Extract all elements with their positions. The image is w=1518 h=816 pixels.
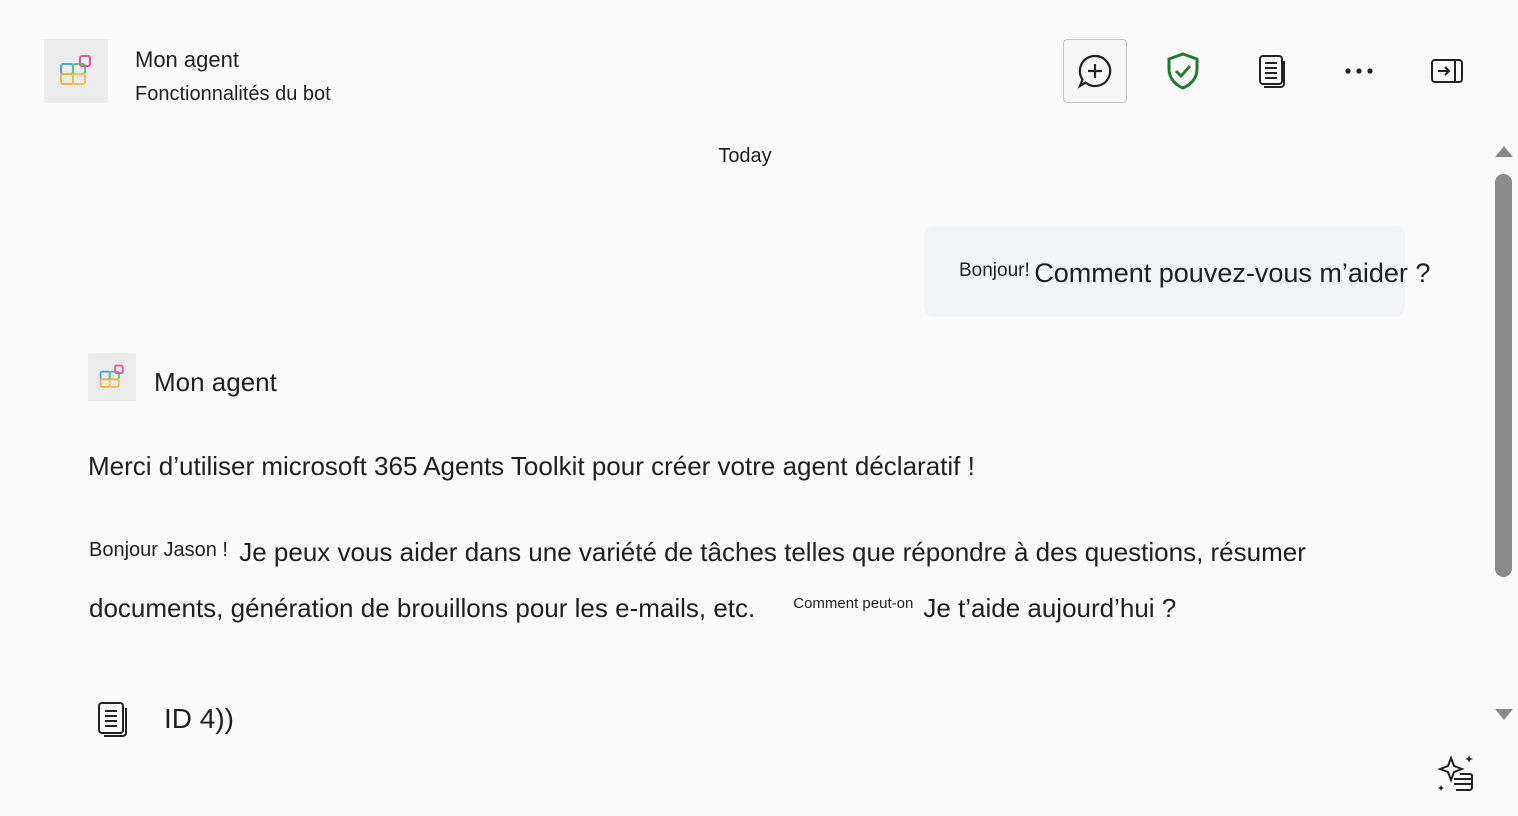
more-horizontal-icon: [1345, 68, 1373, 74]
user-message-prefix: Bonjour!: [959, 260, 1030, 281]
document-icon[interactable]: [96, 700, 130, 738]
document-icon: [1259, 55, 1285, 88]
bot-message-line: documents, génération de brouillons pour…: [89, 593, 1176, 624]
collapse-panel-button[interactable]: [1415, 39, 1479, 103]
greeting-prefix: Bonjour Jason !: [89, 539, 228, 561]
reference-label[interactable]: ID 4)): [164, 703, 234, 735]
panel-collapse-icon: [1431, 59, 1463, 83]
bot-message-line: Merci d’utiliser microsoft 365 Agents To…: [88, 451, 975, 481]
sparkle-prompt-icon[interactable]: [1434, 752, 1476, 794]
agent-subtitle: Fonctionnalités du bot: [135, 83, 331, 105]
scrollbar-thumb[interactable]: [1495, 174, 1512, 577]
shield-check-icon: [1167, 52, 1199, 90]
date-separator: Today: [718, 145, 772, 167]
bot-name: Mon agent: [154, 367, 277, 397]
new-chat-button[interactable]: [1063, 39, 1127, 103]
scroll-down-arrow-icon[interactable]: [1493, 707, 1515, 723]
new-chat-icon: [1077, 54, 1112, 89]
user-message: Bonjour! Comment pouvez-vous m’aider ?: [959, 258, 1430, 289]
scroll-up-arrow-icon[interactable]: [1493, 143, 1515, 159]
bot-message-text: Je t’aide aujourd’hui ?: [923, 593, 1177, 623]
user-message-text: Comment pouvez-vous m’aider ?: [1034, 258, 1431, 288]
security-button[interactable]: [1151, 39, 1215, 103]
apps-icon: [99, 364, 124, 388]
bot-message-text: Je peux vous aider dans une variété de t…: [239, 537, 1306, 567]
document-button[interactable]: [1240, 39, 1304, 103]
inline-tag: Comment peut-on: [793, 595, 914, 612]
bot-avatar: [88, 353, 136, 401]
apps-icon: [60, 55, 91, 85]
bot-message-line: Bonjour Jason ! Je peux vous aider dans …: [89, 537, 1306, 568]
agent-avatar: [44, 39, 108, 103]
more-options-button[interactable]: [1327, 39, 1391, 103]
header: Mon agent Fonctionnalités du bot: [0, 0, 1518, 130]
chat-panel: Mon agent Fonctionnalités du bot Today B…: [0, 0, 1518, 816]
agent-name: Mon agent: [135, 47, 239, 72]
bot-message-text: documents, génération de brouillons pour…: [89, 593, 756, 623]
